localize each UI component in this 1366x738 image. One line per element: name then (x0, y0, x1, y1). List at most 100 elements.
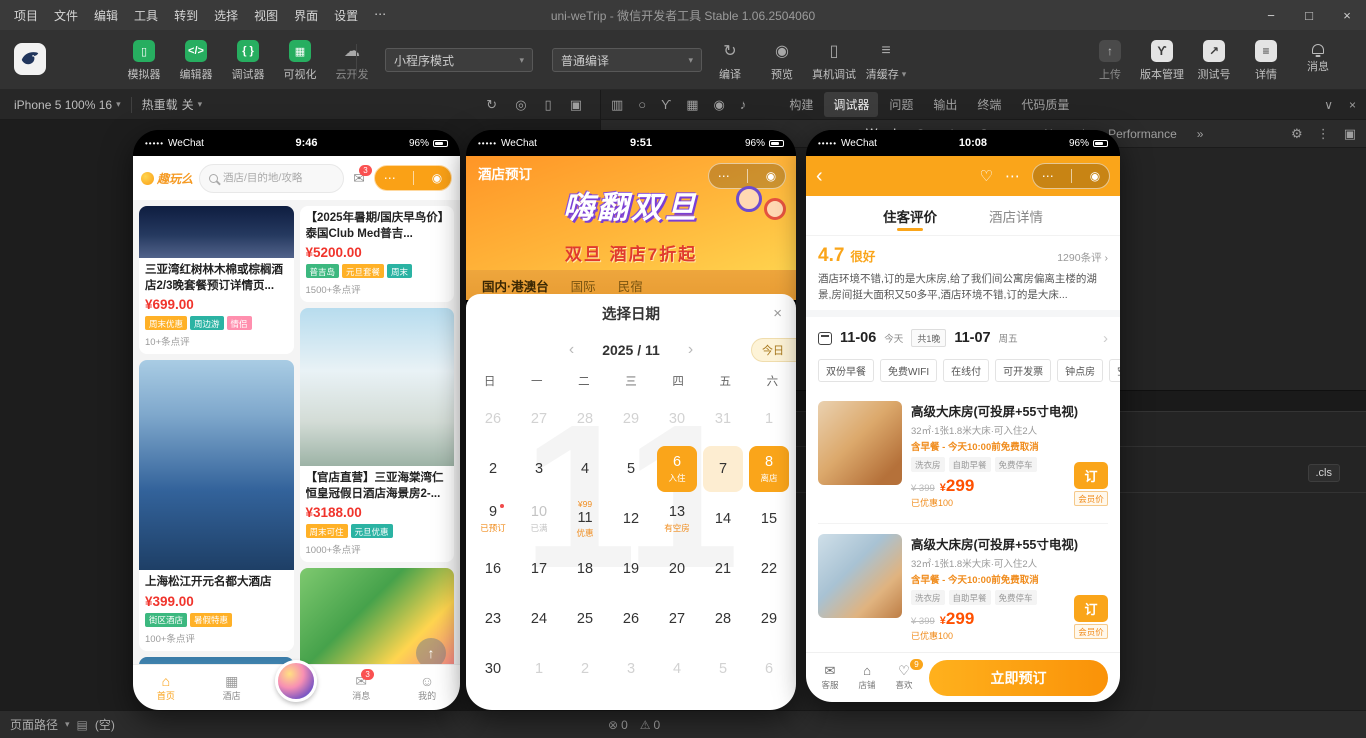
search-bar[interactable] (199, 164, 344, 193)
calendar-day[interactable]: 29 (611, 396, 651, 442)
multi-window-icon[interactable]: ▣ (570, 97, 582, 113)
version-manage-button[interactable]: ϒ 版本管理 (1140, 40, 1184, 82)
error-count[interactable]: ⊗0 (608, 718, 628, 732)
order-button[interactable]: 订 (1074, 462, 1108, 489)
balloon-button[interactable] (275, 660, 317, 702)
review-count-link[interactable]: 1290条评 › (1057, 250, 1108, 265)
clear-cache-button[interactable]: ≡ 清缓存▾ (864, 40, 908, 82)
calendar-day[interactable]: 1 (749, 396, 789, 442)
hot-reload-toggle[interactable]: 热重载 关 ▾ (138, 94, 207, 115)
compile-mode-select[interactable]: 普通编译▾ (552, 48, 702, 72)
device-debug-button[interactable]: ▯ 真机调试 (812, 40, 856, 82)
maximize-button[interactable]: □ (1290, 0, 1328, 30)
more-icon[interactable]: ⋯ (1005, 167, 1020, 185)
visualization-button[interactable]: ▦ 可视化 (278, 40, 322, 82)
messages-button[interactable]: 消息 (1296, 40, 1340, 82)
more-icon[interactable]: ⋯ (718, 170, 730, 182)
book-now-button[interactable]: 立即预订 (929, 660, 1108, 696)
upload-button[interactable]: ↑ 上传 (1088, 40, 1132, 82)
details-button[interactable]: ≡ 详情 (1244, 40, 1288, 82)
menu-item[interactable]: ⋯ (366, 4, 394, 27)
simulator-button[interactable]: ▯ 模拟器 (122, 40, 166, 82)
calendar-day[interactable]: 7 (703, 446, 743, 492)
exit-icon[interactable]: ◉ (1090, 170, 1100, 182)
menu-item[interactable]: 文件 (46, 4, 86, 27)
calendar-day[interactable]: 30 (473, 646, 513, 692)
menu-item[interactable]: 项目 (6, 4, 46, 27)
search-input[interactable] (223, 172, 334, 184)
calendar-day[interactable]: 30 (657, 396, 697, 442)
room-card[interactable]: 高级大床房(可投屏+55寸电视) 32㎡·1张1.8米大床·可入住2人 含早餐 … (806, 524, 1120, 652)
device-select[interactable]: iPhone 5 100% 16▾ (10, 96, 125, 114)
calendar-day[interactable]: 9已预订 (473, 496, 513, 542)
styles-filter[interactable]: .cls (1308, 464, 1341, 482)
calendar-day[interactable]: 4 (657, 646, 697, 692)
close-icon[interactable]: × (1349, 98, 1356, 112)
eye-icon[interactable]: ◉ (714, 97, 725, 113)
calendar-day[interactable]: 8离店 (749, 446, 789, 492)
tab-output[interactable]: 输出 (924, 92, 966, 117)
calendar-day[interactable]: 13有空房 (657, 496, 697, 542)
calendar-day[interactable]: ¥9911优惠 (565, 496, 605, 542)
editor-button[interactable]: </> 编辑器 (174, 40, 218, 82)
calendar-day[interactable]: 12 (611, 496, 651, 542)
wechat-capsule[interactable]: ⋯ ◉ (374, 165, 452, 191)
calendar-day[interactable]: 27 (519, 396, 559, 442)
gear-icon[interactable]: ⚙ (1291, 126, 1303, 142)
more-icon[interactable]: ⋯ (384, 172, 396, 184)
tab-problems[interactable]: 问题 (880, 92, 922, 117)
exit-icon[interactable]: ◉ (432, 172, 442, 184)
cloud-dev-button[interactable]: ☁ 云开发 (330, 40, 374, 82)
record-icon[interactable]: ◎ (515, 97, 526, 113)
order-button[interactable]: 订 (1074, 595, 1108, 622)
filter-chip[interactable]: 双份早餐 (818, 359, 874, 382)
calendar-day[interactable]: 17 (519, 546, 559, 592)
warning-count[interactable]: ⚠0 (640, 718, 660, 732)
calendar-day[interactable]: 6入住 (657, 446, 697, 492)
hotel-card[interactable]: 三亚湾红树林木棉或棕榈酒店2/3晚套餐预订详情页... ¥699.00 周末优惠… (139, 206, 294, 354)
collapse-icon[interactable]: ∨ (1324, 98, 1333, 112)
menu-item[interactable]: 选择 (206, 4, 246, 27)
calendar-day[interactable]: 3 (611, 646, 651, 692)
calendar-day[interactable]: 22 (749, 546, 789, 592)
tab-messages[interactable]: ✉3 消息 (339, 674, 383, 702)
tab-home[interactable]: ⌂ 首页 (144, 674, 188, 702)
filter-chip[interactable]: 可开发票 (995, 359, 1051, 382)
exit-icon[interactable]: ◉ (766, 170, 776, 182)
hotel-card[interactable] (139, 657, 294, 664)
calendar-day[interactable]: 21 (703, 546, 743, 592)
calendar-day[interactable]: 31 (703, 396, 743, 442)
tree-icon[interactable]: ϒ (661, 97, 671, 113)
prev-month-icon[interactable]: ‹ (569, 341, 574, 359)
hotel-card[interactable]: 上海松江开元名都大酒店 ¥399.00 街区酒店暑假特惠 100+条点评 (139, 360, 294, 651)
calendar-day[interactable]: 2 (473, 446, 513, 492)
menu-item[interactable]: 设置 (326, 4, 366, 27)
calendar-day[interactable]: 5 (703, 646, 743, 692)
calendar-day[interactable]: 5 (611, 446, 651, 492)
tab-debugger[interactable]: 调试器 (824, 92, 878, 117)
like-button[interactable]: ♡ 9 喜欢 (892, 664, 916, 691)
calendar-day[interactable]: 29 (749, 596, 789, 642)
calendar-day[interactable]: 6 (749, 646, 789, 692)
grid-icon[interactable]: ▦ (686, 97, 698, 113)
tab-hotel[interactable]: ▦ 酒店 (210, 674, 254, 702)
calendar-day[interactable]: 14 (703, 496, 743, 542)
compile-button[interactable]: ↻ 编译 (708, 40, 752, 82)
tab-reviews[interactable]: 住客评价 (881, 196, 939, 236)
calendar-day[interactable]: 4 (565, 446, 605, 492)
tab-mine[interactable]: ☺ 我的 (405, 674, 449, 702)
wechat-capsule[interactable]: ⋯ ◉ (1032, 163, 1110, 189)
calendar-day[interactable]: 19 (611, 546, 651, 592)
kebab-menu-icon[interactable]: ⋮ (1317, 126, 1330, 142)
calendar-day[interactable]: 3 (519, 446, 559, 492)
customer-service-button[interactable]: ✉ 客服 (818, 664, 842, 691)
more-icon[interactable]: ⋯ (1042, 170, 1054, 182)
debugger-button[interactable]: { } 调试器 (226, 40, 270, 82)
close-icon[interactable]: × (773, 305, 782, 322)
dock-icon[interactable]: ▣ (1344, 126, 1356, 142)
search-icon[interactable]: ○ (638, 97, 646, 113)
menu-item[interactable]: 编辑 (86, 4, 126, 27)
calendar-day[interactable]: 2 (565, 646, 605, 692)
calendar-day[interactable]: 26 (473, 396, 513, 442)
calendar-day[interactable]: 26 (611, 596, 651, 642)
